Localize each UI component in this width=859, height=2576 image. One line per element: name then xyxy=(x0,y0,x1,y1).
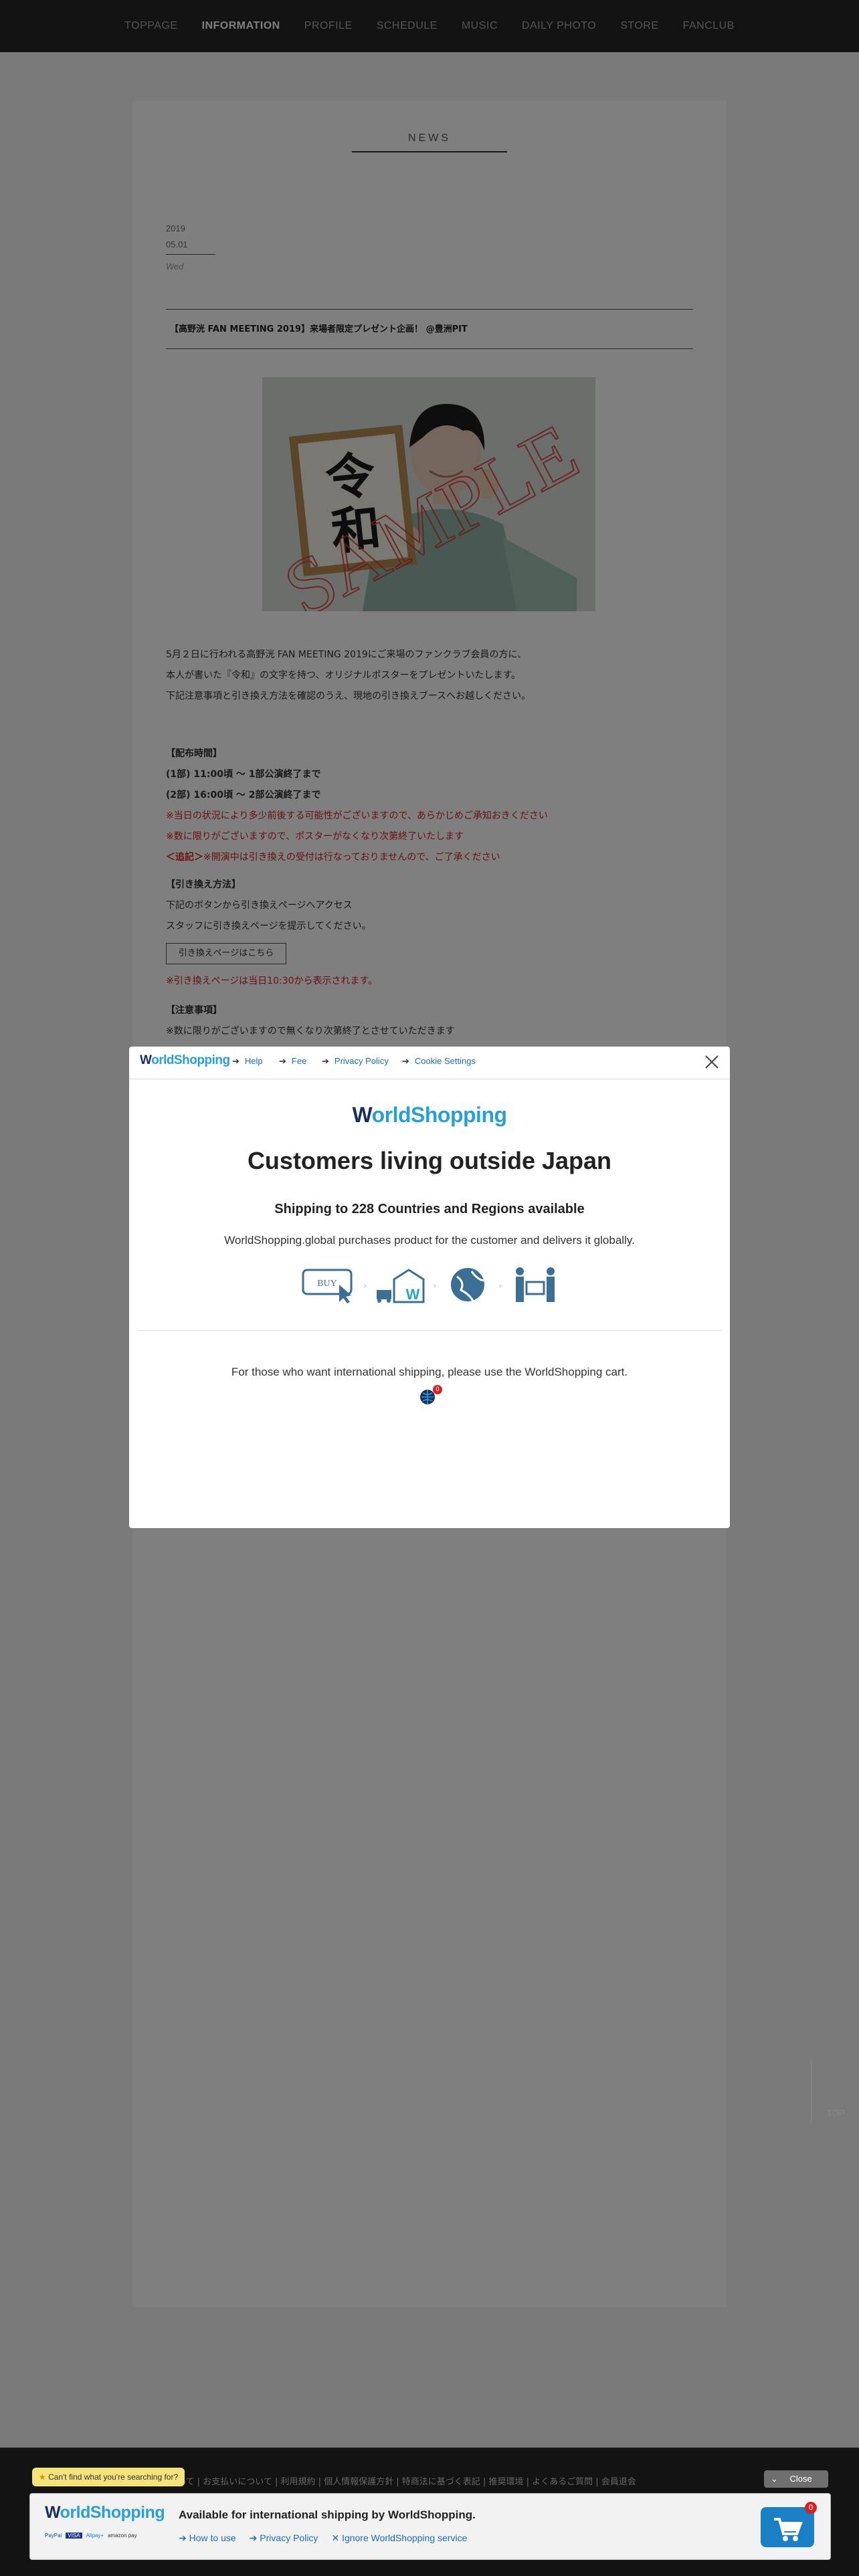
logo-rest: orldShopping xyxy=(371,1103,507,1127)
arrow-right-icon: ➔ xyxy=(232,1056,240,1066)
help-link-label: Help xyxy=(244,1056,263,1066)
globe-step-icon xyxy=(451,1268,484,1301)
logo-w: W xyxy=(140,1053,152,1067)
arrow-right-icon: ➔ xyxy=(402,1056,409,1066)
worldshopping-logo: WorldShopping xyxy=(140,1053,230,1068)
svg-text:›: › xyxy=(433,1281,437,1291)
delivery-step-icon xyxy=(516,1267,555,1302)
how-to-use-link[interactable]: ➔ How to use xyxy=(179,2533,236,2544)
ws-privacy-policy-link[interactable]: ➔ Privacy Policy xyxy=(250,2533,318,2544)
arrow-right-icon: ➔ xyxy=(322,1056,329,1066)
modal-subtitle: Shipping to 228 Countries and Regions av… xyxy=(274,1202,585,1216)
privacy-policy-link[interactable]: ➔ Privacy Policy xyxy=(322,1056,389,1067)
visa-label: VISA xyxy=(66,2533,82,2539)
buy-step-icon: BUY xyxy=(302,1269,353,1303)
arrow-right-icon: ➔ xyxy=(279,1056,286,1066)
logo-rest: orldShopping xyxy=(151,1053,230,1067)
worldshopping-cart-button[interactable]: 0 xyxy=(418,1385,442,1408)
logo-rest: orldShopping xyxy=(60,2503,165,2522)
ws-bar-headline: Available for international shipping by … xyxy=(179,2508,476,2521)
ws-bar-logo: WorldShopping xyxy=(45,2503,165,2523)
scroll-to-top-button[interactable]: TOP xyxy=(811,2060,859,2121)
modal-header: WorldShopping ➔ Help ➔ Fee ➔ Privacy Policy… xyxy=(129,1047,730,1079)
modal-divider xyxy=(137,1330,722,1331)
how-to-use-label: How to use xyxy=(189,2533,236,2543)
star-icon: ★ xyxy=(39,2472,46,2482)
close-label: Close xyxy=(789,2474,812,2484)
arrow-right-icon: ➔ xyxy=(179,2533,189,2543)
alipay-label: Alipay+ xyxy=(86,2533,104,2539)
shipping-steps-illustration: BUY › W › › xyxy=(302,1267,555,1303)
ignore-service-label: Ignore WorldShopping service xyxy=(342,2533,468,2543)
modal-description: WorldShopping.global purchases product f… xyxy=(224,1234,635,1247)
logo-w: W xyxy=(352,1103,372,1127)
buy-step-label: BUY xyxy=(317,1279,337,1289)
ws-bar-cart-badge: 0 xyxy=(805,2502,817,2514)
paypal-label: PayPal xyxy=(45,2533,62,2539)
arrow-right-icon: ➔ xyxy=(249,2533,260,2543)
modal-title: Customers living outside Japan xyxy=(247,1147,612,1174)
cookie-settings-link[interactable]: ➔ Cookie Settings xyxy=(402,1056,476,1067)
worldshopping-logo-large: WorldShopping xyxy=(129,1103,730,1128)
top-button-label: TOP xyxy=(827,2108,845,2118)
search-help-tooltip[interactable]: ★ Can't find what you're searching for? xyxy=(32,2468,185,2486)
logo-w: W xyxy=(45,2503,60,2522)
fee-link-label: Fee xyxy=(291,1056,307,1066)
ws-bar-close-button[interactable]: ⌄ Close xyxy=(764,2470,828,2488)
cart-badge: 0 xyxy=(433,1385,442,1394)
chevron-down-icon: ⌄ xyxy=(771,2474,778,2484)
ws-bar-links: ➔ How to use ➔ Privacy Policy ✕ Ignore W… xyxy=(179,2533,467,2544)
worldshopping-modal: WorldShopping ➔ Help ➔ Fee ➔ Privacy Policy… xyxy=(129,1047,730,1528)
worldshopping-bar: WorldShopping PayPal VISA Alipay+ amazon… xyxy=(29,2493,831,2560)
ws-bar-cart-button[interactable]: 0 xyxy=(761,2502,817,2547)
cookie-settings-label: Cookie Settings xyxy=(414,1056,476,1066)
close-icon[interactable] xyxy=(702,1052,722,1072)
tooltip-text: Can't find what you're searching for? xyxy=(48,2472,179,2482)
ignore-service-link[interactable]: ✕ Ignore WorldShopping service xyxy=(331,2533,467,2544)
fee-link[interactable]: ➔ Fee xyxy=(279,1056,306,1067)
shopping-cart-icon xyxy=(774,2518,803,2541)
ws-privacy-policy-label: Privacy Policy xyxy=(260,2533,318,2543)
svg-text:›: › xyxy=(363,1281,367,1291)
svg-text:›: › xyxy=(498,1281,502,1291)
top-button-divider xyxy=(811,2060,812,2121)
warehouse-step-icon: W xyxy=(377,1269,425,1303)
svg-text:W: W xyxy=(406,1286,420,1303)
x-icon: ✕ xyxy=(331,2533,343,2543)
payment-methods: PayPal VISA Alipay+ amazon pay xyxy=(45,2533,137,2539)
amazonpay-label: amazon pay xyxy=(108,2533,137,2539)
help-link[interactable]: ➔ Help xyxy=(232,1056,263,1067)
privacy-policy-label: Privacy Policy xyxy=(334,1056,389,1066)
modal-cart-note: For those who want international shippin… xyxy=(231,1366,628,1378)
